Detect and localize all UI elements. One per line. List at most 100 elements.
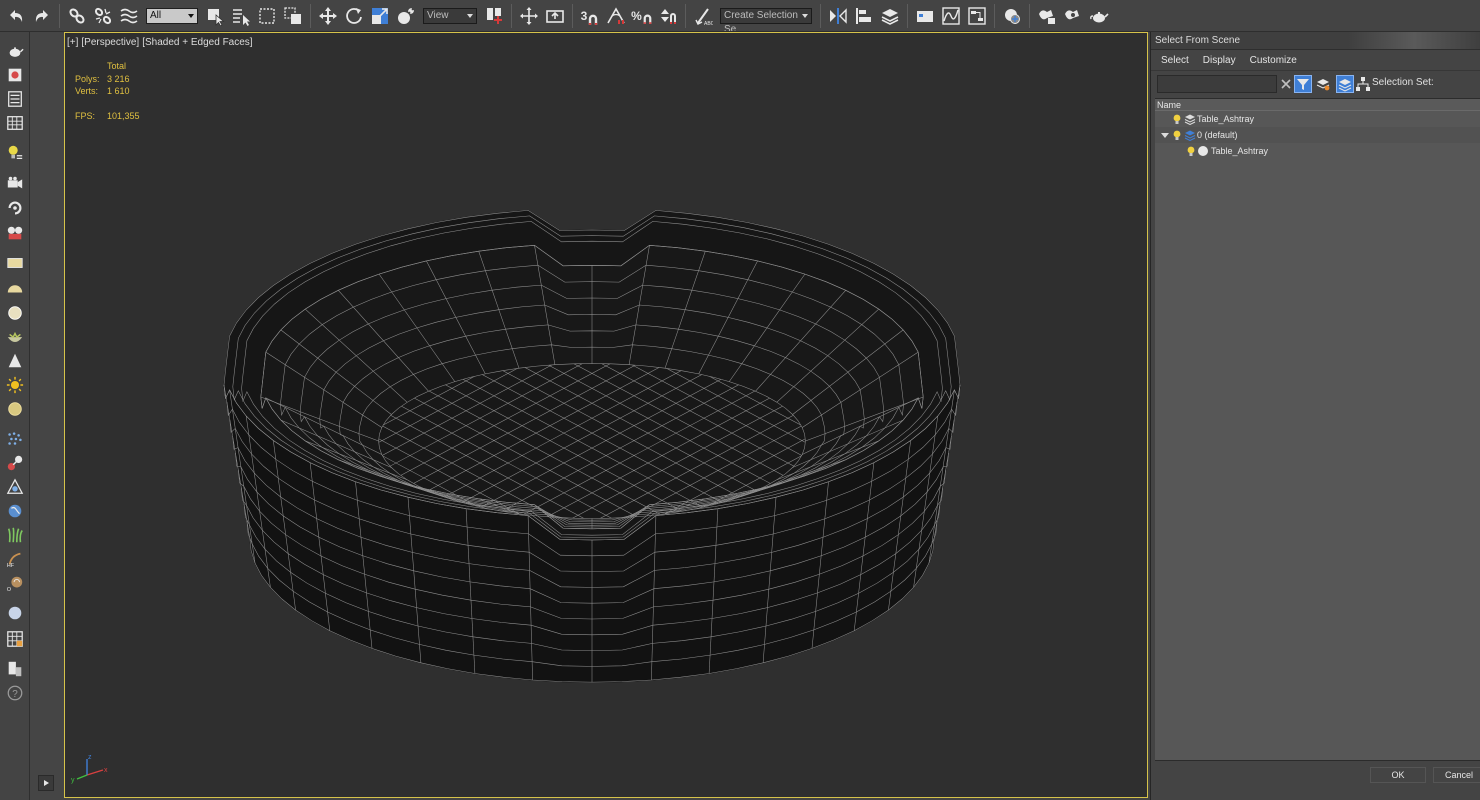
hierarchy-icon [8,91,22,107]
cone-primitive-button[interactable] [4,350,26,372]
material-editor-button[interactable] [1000,3,1024,29]
reference-coordinate-dropdown[interactable]: View [423,7,477,24]
cameras-button[interactable] [4,172,26,194]
percent-snap-button[interactable]: % [630,3,654,29]
display-layers-button[interactable] [1336,75,1354,93]
perspective-viewport[interactable]: [+] [Perspective] [Shaded + Edged Faces] T… [64,32,1148,798]
render-setup-button[interactable] [1035,3,1059,29]
hierarchy-panel-button[interactable] [4,88,26,110]
rendered-frame-window-button[interactable] [1061,3,1085,29]
modify-panel-button[interactable] [4,64,26,86]
move-button[interactable] [316,3,340,29]
sphere-primitive-button[interactable] [4,302,26,324]
utilities-button[interactable] [4,658,26,680]
tree-row-label: Table_Ashtray [1211,146,1269,156]
sun-light-button[interactable] [4,374,26,396]
viewport-shading-mode[interactable]: [Shaded + Edged Faces] [142,37,252,48]
place-button[interactable] [394,3,418,29]
viewport-menu-plus[interactable]: [+] [67,37,78,48]
clear-filter-button[interactable] [1277,75,1295,93]
select-by-name-button[interactable] [229,3,253,29]
help-button[interactable]: ? [4,682,26,704]
geometry-sphere-icon [1198,146,1208,156]
standard-sphere-button[interactable] [4,602,26,624]
viewport-label[interactable]: [+] [Perspective] [Shaded + Edged Faces] [67,37,256,48]
pivot-center-button[interactable] [482,3,506,29]
tree-row-object[interactable]: Table_Ashtray [1155,143,1480,159]
toolbar-separator [310,3,311,28]
spacewarps-button[interactable] [4,222,26,244]
edit-named-selection-button[interactable]: ABC [691,3,715,29]
expand-triangle-icon[interactable] [1159,129,1171,141]
particles-button[interactable] [4,428,26,450]
lights-button[interactable] [4,142,26,164]
hemisphere-primitive-button[interactable] [4,277,26,299]
tree-row-default-layer[interactable]: 0 (default) [1155,127,1480,143]
viewport-point-of-view[interactable]: [Perspective] [81,37,139,48]
curve-editor-icon [942,6,960,25]
rotate-button[interactable] [342,3,366,29]
display-hierarchy-button[interactable] [1354,75,1372,93]
window-crossing-button[interactable] [281,3,305,29]
svg-text:O: O [7,587,11,592]
mirror-icon [830,7,847,24]
scale-button[interactable] [368,3,392,29]
angle-snap-button[interactable] [604,3,628,29]
light-bulb-icon[interactable] [1171,129,1183,141]
undo-button[interactable] [4,3,28,29]
sun-icon [6,376,24,394]
dialog-title[interactable]: Select From Scene [1151,32,1480,50]
find-filter-input[interactable] [1157,75,1277,93]
select-manipulate-button[interactable] [517,3,541,29]
menu-select[interactable]: Select [1161,55,1189,66]
align-button[interactable] [852,3,876,29]
hair-fur-button[interactable]: HF [4,548,26,570]
bind-spacewarp-button[interactable] [117,3,141,29]
named-selection-set-dropdown[interactable]: Create Selection Se [720,7,812,31]
torus-primitive-button[interactable] [4,398,26,420]
rect-selection-region-button[interactable] [255,3,279,29]
filter-toggle-button[interactable] [1294,75,1312,93]
scale-icon [372,7,388,24]
column-header-name[interactable]: Name [1155,99,1480,111]
keyboard-shortcut-override-button[interactable] [543,3,567,29]
spinner-snap-button[interactable] [656,3,680,29]
schematic-view-button[interactable] [965,3,989,29]
magnet-icon [589,14,598,25]
stats-verts-label: Verts: [75,86,99,96]
select-pointer-icon [208,8,225,26]
menu-customize[interactable]: Customize [1250,55,1297,66]
snaps-toggle-button[interactable]: 3 [578,3,602,29]
select-object-button[interactable] [203,3,227,29]
world-button[interactable] [4,500,26,522]
compound-objects-button[interactable] [4,476,26,498]
link-button[interactable] [65,3,89,29]
create-panel-button[interactable] [4,40,26,62]
toggle-ribbon-button[interactable] [913,3,937,29]
redo-button[interactable] [30,3,54,29]
cancel-button[interactable]: Cancel [1433,767,1480,783]
shell-button[interactable]: O [4,572,26,594]
helpers-button[interactable] [4,197,26,219]
selection-filter-dropdown[interactable]: All [146,7,198,24]
unlink-button[interactable] [91,3,115,29]
geosphere-primitive-button[interactable] [4,327,26,349]
curve-editor-button[interactable] [939,3,963,29]
expand-command-panel-button[interactable] [38,775,54,791]
dynamics-button[interactable] [4,452,26,474]
ok-button[interactable]: OK [1370,767,1426,783]
layer-explorer-button[interactable] [878,3,902,29]
foliage-button[interactable] [4,524,26,546]
side-gutter [30,32,64,800]
pivot-center-icon [487,7,502,24]
render-production-button[interactable] [1087,3,1111,29]
select-dependents-button[interactable] [1314,75,1332,93]
menu-display[interactable]: Display [1203,55,1236,66]
light-bulb-icon[interactable] [1171,113,1183,125]
light-bulb-icon[interactable] [1185,145,1197,157]
motion-panel-button[interactable] [4,112,26,134]
tree-row-layer-stack[interactable]: Table_Ashtray [1155,111,1480,127]
box-primitive-button[interactable] [4,252,26,274]
mirror-button[interactable] [826,3,850,29]
material-library-button[interactable] [4,628,26,650]
